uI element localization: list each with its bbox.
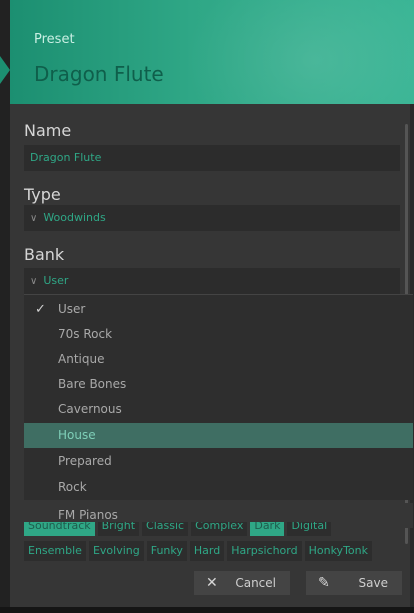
preset-title: Dragon Flute — [34, 62, 164, 86]
bank-select[interactable]: ∨ User — [24, 268, 400, 294]
bank-option-label: 70s Rock — [58, 327, 113, 341]
bank-option[interactable]: ✓ User — [24, 297, 413, 322]
save-button-label: Save — [358, 576, 388, 590]
tag-chip[interactable]: Evolving — [88, 541, 144, 561]
name-label: Name — [24, 121, 72, 140]
preset-header: Preset Dragon Flute — [10, 0, 414, 104]
bank-option-label: User — [58, 302, 86, 316]
tags-row: Ensemble Evolving Funky Hard Harpsichord… — [24, 541, 372, 561]
bank-option[interactable]: Bare Bones — [24, 372, 413, 397]
bank-select-value: User — [43, 274, 69, 287]
type-select[interactable]: ∨ Woodwinds — [24, 205, 400, 231]
cancel-button-label: Cancel — [235, 576, 276, 590]
bank-option-label: Rock — [58, 480, 87, 494]
bank-option-label: Antique — [58, 352, 105, 366]
bank-option-label: House — [58, 428, 96, 442]
bank-option[interactable]: Prepared — [24, 449, 413, 474]
header-subtitle: Preset — [34, 32, 75, 47]
type-select-value: Woodwinds — [43, 211, 106, 224]
tag-chip[interactable]: Ensemble — [24, 541, 86, 561]
preset-dialog: Preset Dragon Flute Name Dragon Flute Ty… — [0, 0, 414, 613]
type-label: Type — [24, 185, 61, 204]
tag-chip[interactable]: Harpsichord — [227, 541, 302, 561]
tag-chip[interactable]: HonkyTonk — [304, 541, 372, 561]
save-button[interactable]: ✎ Save — [306, 571, 402, 595]
bank-option-highlighted[interactable]: House — [24, 423, 413, 448]
bottom-bar — [0, 607, 414, 613]
pencil-icon: ✎ — [318, 575, 330, 591]
bank-option[interactable]: Antique — [24, 347, 413, 372]
bank-option[interactable]: Cavernous — [24, 397, 413, 422]
bank-dropdown-list: ✓ User 70s Rock Antique Bare Bones Caver… — [24, 294, 413, 500]
chevron-down-icon: ∨ — [30, 213, 38, 224]
bank-option-label: Cavernous — [58, 402, 122, 416]
cancel-button[interactable]: ✕ Cancel — [194, 571, 290, 595]
close-icon: ✕ — [206, 575, 218, 591]
chevron-down-icon: ∨ — [30, 276, 38, 287]
bank-label: Bank — [24, 245, 65, 264]
checkmark-icon: ✓ — [35, 302, 46, 317]
tag-chip[interactable]: Hard — [189, 541, 225, 561]
bank-option[interactable]: Rock — [24, 475, 413, 500]
tag-chip[interactable]: Funky — [146, 541, 187, 561]
bank-option-label: Prepared — [58, 454, 112, 468]
header-pointer-icon — [0, 56, 10, 84]
bank-option[interactable]: 70s Rock — [24, 322, 413, 347]
name-input[interactable]: Dragon Flute — [24, 145, 400, 171]
bank-option-label: FM Pianos — [58, 508, 118, 522]
bank-option-label: Bare Bones — [58, 377, 127, 391]
